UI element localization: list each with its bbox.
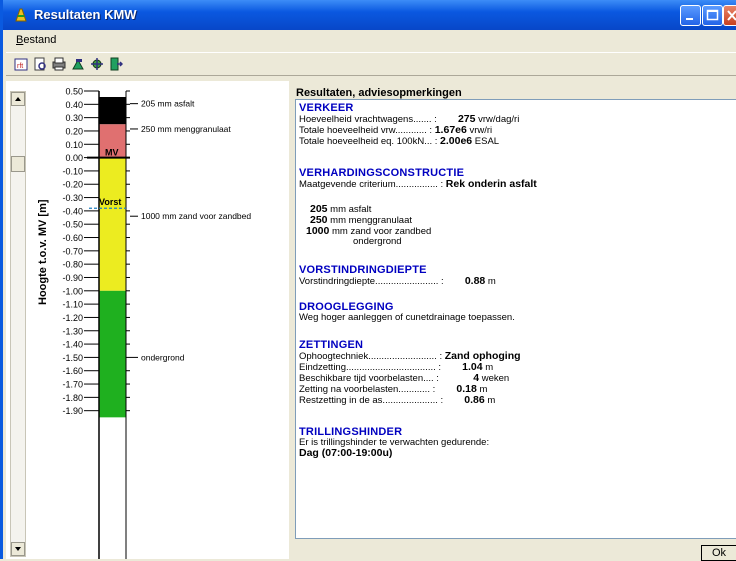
section-trillingshinder: TRILLINGSHINDER Er is trillingshinder te…: [299, 427, 489, 459]
tick-label: 0.00: [65, 153, 83, 163]
layer-profile-chart: 0.50 0.40 0.30 0.20 0.10 0.00 -0.10 -0.20 -0.30 -…: [62, 87, 251, 559]
section-drooglegging: DROOGLEGGING Weg hoger aanleggen of cune…: [299, 302, 515, 323]
mv-marker: MV: [105, 148, 119, 158]
section-verkeer: VERKEER Hoeveelheid vrachtwagens....... …: [299, 103, 519, 147]
result-line: Maatgevende criterium................ : …: [299, 178, 537, 190]
title-bar[interactable]: Resultaten KMW: [3, 0, 736, 30]
tick-label: -1.60: [62, 366, 83, 376]
arrow-up-icon: [15, 97, 21, 101]
tick-label: -1.70: [62, 380, 83, 390]
construction-list: 205 mm asfalt 250 mm menggranulaat 1000 …: [306, 204, 466, 247]
result-line: Zetting na voorbelasten............ : 0.…: [299, 383, 488, 395]
section-heading: VERKEER: [299, 102, 354, 114]
tick-label: -0.60: [62, 233, 83, 243]
layer-2: [99, 157, 126, 291]
result-line: Ophoogtechniek..........................…: [299, 350, 521, 362]
tick-label: -1.00: [62, 286, 83, 296]
arrow-down-icon: [15, 547, 21, 551]
layer-label: ondergrond: [141, 352, 185, 362]
close-icon: [727, 10, 736, 21]
result-line: Dag (07:00-19:00u): [299, 447, 393, 459]
tick-label: 0.10: [65, 140, 83, 150]
construction-line: 205 mm asfalt: [310, 203, 372, 215]
tool-icon[interactable]: [71, 57, 85, 71]
report-icon[interactable]: rft: [14, 57, 28, 71]
tick-label: 0.20: [65, 126, 83, 136]
layer-label: 250 mm menggranulaat: [141, 124, 231, 134]
tick-label: -0.30: [62, 193, 83, 203]
window-title: Resultaten KMW: [34, 7, 137, 22]
result-line: Totale hoeveelheid vrw............ : 1.6…: [299, 124, 493, 136]
layer-3: [99, 290, 126, 418]
section-zettingen: ZETTINGEN Ophoogtechniek................…: [299, 340, 521, 406]
minimize-icon: [686, 18, 693, 20]
results-panel: Resultaten, adviesopmerkingen VERKEER Ho…: [295, 81, 736, 561]
layer-0: [99, 96, 126, 125]
close-button[interactable]: [723, 5, 736, 26]
tick-label: -0.80: [62, 260, 83, 270]
scroll-down-button[interactable]: [11, 542, 25, 556]
tick-label: 0.40: [65, 100, 83, 110]
results-title: Resultaten, adviesopmerkingen: [296, 87, 462, 99]
menu-bestand[interactable]: Bestand: [16, 34, 56, 46]
tick-label: -0.10: [62, 166, 83, 176]
result-line: Eindzetting.............................…: [299, 361, 494, 373]
result-line: Hoeveelheid vrachtwagens....... : 275 vr…: [299, 113, 520, 125]
maximize-icon: [706, 9, 719, 21]
result-line: Weg hoger aanleggen of cunetdrainage toe…: [299, 312, 515, 323]
tick-label: -0.50: [62, 220, 83, 230]
app-icon: [15, 8, 27, 22]
frost-marker: Vorst: [99, 197, 121, 207]
construction-line: ondergrond: [353, 236, 402, 247]
tick-label: -0.20: [62, 180, 83, 190]
result-line: Restzetting in de as....................…: [299, 394, 496, 406]
exit-icon[interactable]: [109, 57, 123, 71]
tick-label: -1.20: [62, 313, 83, 323]
construction-line: 250 mm menggranulaat: [310, 214, 413, 226]
tick-label: -0.40: [62, 206, 83, 216]
tick-label: -1.80: [62, 393, 83, 403]
y-axis-label: Hoogte t.o.v. MV [m]: [37, 199, 49, 305]
menu-bar: Bestand: [6, 30, 736, 49]
tick-label: 0.50: [65, 87, 83, 97]
tick-label: -0.70: [62, 246, 83, 256]
tick-label: -1.90: [62, 406, 83, 416]
result-line: Totale hoeveelheid eq. 100kN... : 2.00e6…: [299, 135, 500, 147]
print-preview-icon[interactable]: [33, 57, 47, 71]
scroll-thumb[interactable]: [11, 156, 25, 172]
section-verhardingsconstructie: VERHARDINGSCONSTRUCTIE Maatgevende crite…: [299, 168, 537, 190]
vertical-scrollbar[interactable]: [10, 91, 26, 557]
tick-label: -1.10: [62, 300, 83, 310]
settings-icon[interactable]: [90, 57, 104, 71]
results-textbox[interactable]: VERKEER Hoeveelheid vrachtwagens....... …: [295, 99, 736, 539]
tick-label: -1.40: [62, 340, 83, 350]
tick-label: -1.30: [62, 326, 83, 336]
print-icon[interactable]: [52, 57, 66, 71]
svg-text:rft: rft: [17, 63, 23, 70]
tick-label: -0.90: [62, 273, 83, 283]
tick-label: -1.50: [62, 353, 83, 363]
tick-label: 0.30: [65, 113, 83, 123]
layer-label: 1000 mm zand voor zandbed: [141, 211, 251, 221]
result-line: Vorstindringdiepte......................…: [299, 275, 496, 287]
scroll-up-button[interactable]: [11, 92, 25, 106]
section-vorstindringdiepte: VORSTINDRINGDIEPTE Vorstindringdiepte...…: [299, 265, 496, 287]
result-line: Beschikbare tijd voorbelasten.... : 4 we…: [299, 372, 510, 384]
toolbar: rft: [6, 52, 736, 76]
layer-label: 205 mm asfalt: [141, 99, 195, 109]
minimize-button[interactable]: [680, 5, 701, 26]
maximize-button[interactable]: [702, 5, 723, 26]
app-window: Resultaten KMW Bestand rft 0.50 0.40 0.30 0…: [0, 0, 736, 561]
